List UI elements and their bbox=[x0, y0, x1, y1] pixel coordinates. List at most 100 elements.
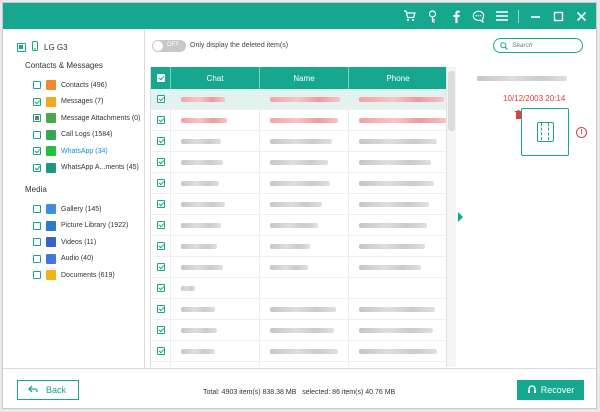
redacted-chat bbox=[181, 285, 195, 291]
feedback-icon[interactable] bbox=[472, 10, 485, 23]
sidebar-item-label: Picture Library (1922) bbox=[61, 222, 129, 229]
device-selector[interactable]: LG G3 bbox=[17, 41, 68, 53]
sidebar-item-checkbox[interactable] bbox=[33, 147, 41, 155]
cell-name bbox=[260, 362, 349, 367]
redacted-chat bbox=[181, 306, 215, 312]
cell-chat bbox=[171, 110, 260, 130]
select-all-checkbox[interactable] bbox=[156, 74, 165, 82]
sidebar-item-checkbox[interactable] bbox=[33, 238, 41, 246]
table-row[interactable] bbox=[151, 320, 446, 341]
table-row[interactable] bbox=[151, 362, 446, 367]
column-header-phone[interactable]: Phone bbox=[349, 67, 446, 89]
column-header-name[interactable]: Name bbox=[260, 67, 349, 89]
sidebar-item[interactable]: Videos (11) bbox=[33, 235, 96, 249]
recover-button[interactable]: Recover bbox=[517, 380, 584, 400]
table-scrollbar[interactable] bbox=[446, 67, 456, 367]
close-icon[interactable] bbox=[575, 10, 588, 23]
search-box[interactable] bbox=[493, 38, 583, 53]
table-row[interactable] bbox=[151, 278, 446, 299]
selection-status: Total: 4903 item(s) 838.38 MB selected: … bbox=[203, 389, 396, 396]
documents-icon bbox=[46, 270, 56, 280]
minimize-icon[interactable] bbox=[529, 10, 542, 23]
sidebar-item-checkbox[interactable] bbox=[33, 163, 41, 172]
table-row[interactable] bbox=[151, 215, 446, 236]
menu-icon[interactable] bbox=[495, 10, 508, 23]
row-select-cell bbox=[151, 362, 171, 367]
row-checkbox[interactable] bbox=[156, 221, 165, 229]
sidebar-item[interactable]: Documents (619) bbox=[33, 268, 115, 282]
table-row[interactable] bbox=[151, 173, 446, 194]
sidebar-item[interactable]: Picture Library (1922) bbox=[33, 219, 128, 233]
sidebar-item[interactable]: WhatsApp (34) bbox=[33, 144, 108, 158]
redacted-chat bbox=[181, 138, 221, 144]
sidebar-item[interactable]: WhatsApp A...ments (45) bbox=[33, 161, 139, 175]
row-checkbox[interactable] bbox=[156, 284, 165, 292]
redacted-phone bbox=[359, 180, 434, 186]
sidebar-item[interactable]: Contacts (496) bbox=[33, 78, 107, 92]
sidebar-item-checkbox[interactable] bbox=[33, 221, 41, 230]
row-checkbox[interactable] bbox=[156, 242, 165, 250]
cart-icon[interactable] bbox=[403, 10, 416, 23]
cell-chat bbox=[171, 320, 260, 340]
sidebar-item-checkbox[interactable] bbox=[33, 254, 41, 263]
back-button[interactable]: Back bbox=[17, 380, 79, 400]
row-checkbox[interactable] bbox=[156, 200, 165, 208]
cell-chat bbox=[171, 215, 260, 235]
row-checkbox[interactable] bbox=[156, 263, 165, 271]
sidebar-item-checkbox[interactable] bbox=[33, 97, 41, 106]
row-checkbox[interactable] bbox=[156, 326, 165, 334]
table-row[interactable] bbox=[151, 110, 446, 131]
sidebar-item[interactable]: Message Attachments (0) bbox=[33, 111, 140, 125]
table-row[interactable] bbox=[151, 257, 446, 278]
table-row[interactable] bbox=[151, 131, 446, 152]
row-checkbox[interactable] bbox=[156, 158, 165, 166]
key-icon[interactable] bbox=[426, 9, 439, 23]
picture-library-icon bbox=[46, 220, 56, 231]
table-row[interactable] bbox=[151, 341, 446, 362]
table-row[interactable] bbox=[151, 89, 446, 110]
redacted-phone bbox=[359, 348, 437, 354]
row-checkbox[interactable] bbox=[156, 137, 165, 145]
redacted-chat bbox=[181, 201, 225, 207]
table-row[interactable] bbox=[151, 299, 446, 320]
sidebar-item-label: Contacts (496) bbox=[61, 81, 107, 89]
sidebar-item-checkbox[interactable] bbox=[33, 205, 41, 213]
row-checkbox[interactable] bbox=[156, 95, 165, 103]
table-row[interactable] bbox=[151, 194, 446, 215]
device-checkbox[interactable] bbox=[17, 42, 26, 52]
sidebar-item[interactable]: Audio (40) bbox=[33, 252, 93, 266]
sidebar-item-label: Messages (7) bbox=[61, 98, 104, 105]
video-attachment-bubble[interactable] bbox=[521, 108, 569, 156]
sidebar-item-label: Videos (11) bbox=[61, 238, 97, 246]
row-checkbox[interactable] bbox=[156, 116, 165, 124]
column-header-chat[interactable]: Chat bbox=[171, 67, 260, 89]
row-select-cell bbox=[151, 194, 171, 214]
cell-phone bbox=[349, 173, 446, 193]
sidebar-item-checkbox[interactable] bbox=[33, 130, 41, 139]
maximize-icon[interactable] bbox=[552, 10, 565, 23]
sidebar-item-checkbox[interactable] bbox=[33, 271, 41, 279]
whatsapp-attachments-icon bbox=[46, 162, 56, 173]
sidebar-item-label: Audio (40) bbox=[61, 255, 94, 262]
call-logs-icon bbox=[46, 129, 56, 140]
row-checkbox[interactable] bbox=[156, 305, 165, 313]
scrollbar-thumb[interactable] bbox=[448, 71, 455, 131]
title-bar-divider bbox=[518, 9, 519, 23]
row-select-cell bbox=[151, 110, 171, 130]
facebook-icon[interactable] bbox=[449, 10, 462, 23]
row-checkbox[interactable] bbox=[156, 347, 165, 355]
sidebar-item-checkbox[interactable] bbox=[33, 81, 41, 89]
redacted-name bbox=[270, 243, 310, 249]
sidebar-item[interactable]: Messages (7) bbox=[33, 95, 103, 109]
table-row[interactable] bbox=[151, 152, 446, 173]
sidebar-item-checkbox[interactable] bbox=[33, 114, 41, 122]
row-select-cell bbox=[151, 131, 171, 151]
deleted-only-toggle[interactable]: OFF bbox=[152, 40, 186, 52]
sidebar-item[interactable]: Call Logs (1584) bbox=[33, 128, 112, 142]
row-checkbox[interactable] bbox=[156, 179, 165, 187]
search-input[interactable] bbox=[512, 40, 578, 51]
cell-name bbox=[260, 152, 349, 172]
cell-phone bbox=[349, 299, 446, 319]
sidebar-item[interactable]: Gallery (145) bbox=[33, 202, 101, 216]
table-row[interactable] bbox=[151, 236, 446, 257]
